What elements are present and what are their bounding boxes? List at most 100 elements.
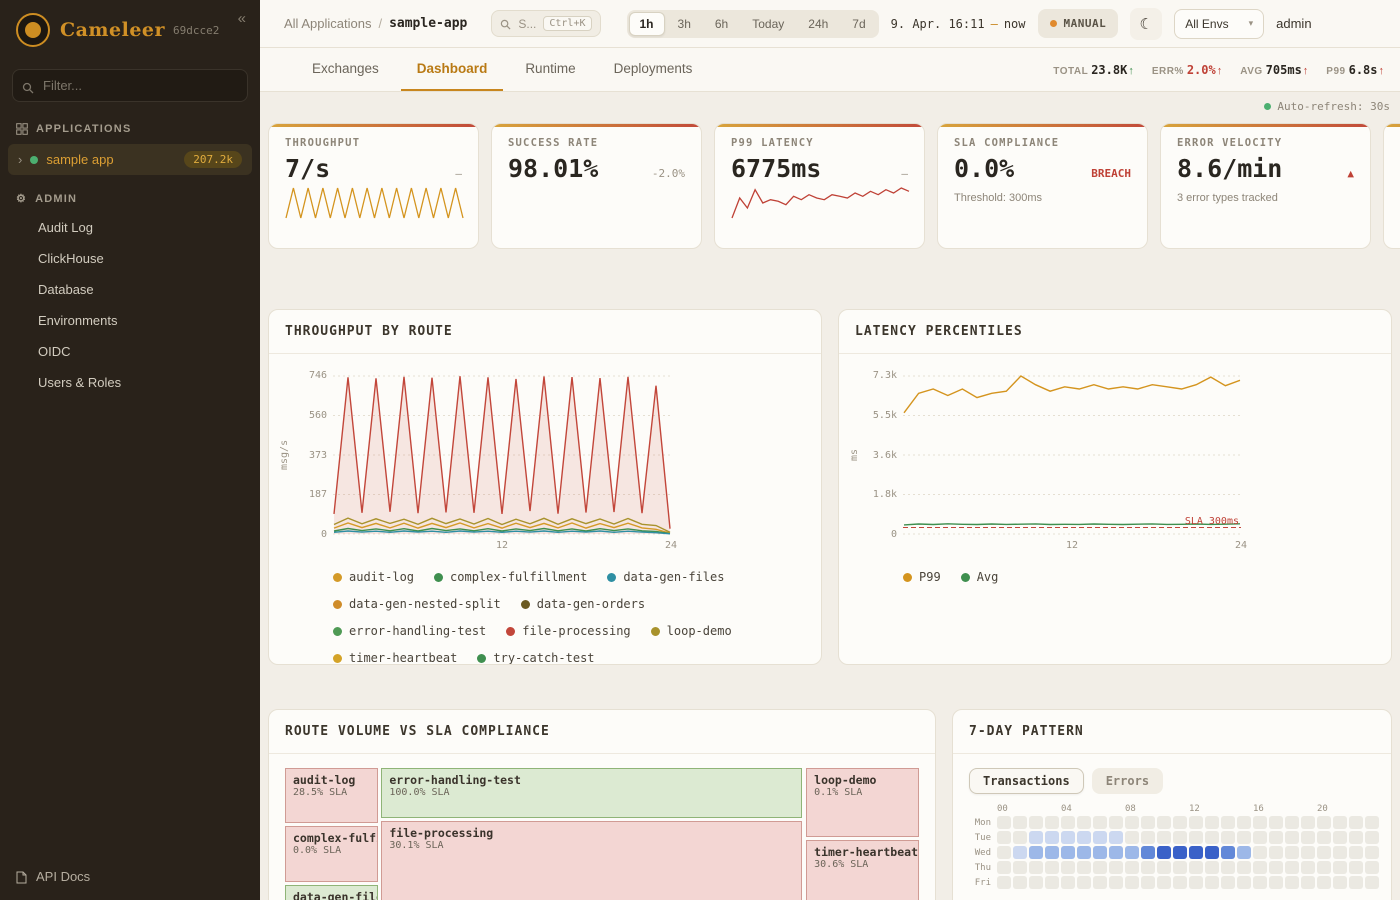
legend-complex-fulfillment[interactable]: complex-fulfillment: [434, 570, 587, 584]
heatmap-cell[interactable]: [1029, 861, 1043, 874]
heatmap-cell[interactable]: [1157, 876, 1171, 889]
heatmap-cell[interactable]: [1077, 846, 1091, 859]
collapse-sidebar-icon[interactable]: «: [238, 10, 246, 27]
heatmap-cell[interactable]: [1301, 816, 1315, 829]
heatmap-cell[interactable]: [1269, 816, 1283, 829]
heatmap-cell[interactable]: [1157, 846, 1171, 859]
heatmap-cell[interactable]: [1365, 846, 1379, 859]
heatmap-cell[interactable]: [1141, 846, 1155, 859]
date-range[interactable]: 9. Apr. 16:11—now: [891, 17, 1026, 31]
heatmap-cell[interactable]: [1285, 876, 1299, 889]
heatmap-cell[interactable]: [1061, 861, 1075, 874]
heatmap-cell[interactable]: [1157, 831, 1171, 844]
heatmap-cell[interactable]: [1125, 876, 1139, 889]
heatmap-cell[interactable]: [1109, 816, 1123, 829]
heatmap-cell[interactable]: [1109, 831, 1123, 844]
heatmap-cell[interactable]: [1045, 846, 1059, 859]
heatmap-cell[interactable]: [997, 876, 1011, 889]
heatmap-cell[interactable]: [1301, 861, 1315, 874]
heatmap-cell[interactable]: [1253, 846, 1267, 859]
legend-file-processing[interactable]: file-processing: [506, 624, 630, 638]
legend-p99[interactable]: P99: [903, 570, 941, 584]
heatmap-cell[interactable]: [1317, 846, 1331, 859]
heatmap-cell[interactable]: [1237, 831, 1251, 844]
heatmap-cell[interactable]: [1253, 876, 1267, 889]
time-range-24h[interactable]: 24h: [797, 12, 839, 36]
tab-dashboard[interactable]: Dashboard: [401, 48, 504, 91]
heatmap-cell[interactable]: [1333, 831, 1347, 844]
heatmap-cell[interactable]: [1173, 816, 1187, 829]
heatmap-cell[interactable]: [1013, 831, 1027, 844]
legend-loop-demo[interactable]: loop-demo: [651, 624, 732, 638]
env-selector[interactable]: All Envs ▾: [1174, 9, 1264, 39]
heatmap-cell[interactable]: [1365, 861, 1379, 874]
heatmap-cell[interactable]: [1093, 846, 1107, 859]
heatmap-cell[interactable]: [1029, 831, 1043, 844]
treemap-cell-data-gen-files[interactable]: data-gen-files100.0% SLA: [285, 885, 378, 900]
time-range-7d[interactable]: 7d: [841, 12, 876, 36]
heatmap-cell[interactable]: [1173, 846, 1187, 859]
sidebar-item-users-roles[interactable]: Users & Roles: [0, 367, 260, 398]
sidebar-item-oidc[interactable]: OIDC: [0, 336, 260, 367]
heatmap-cell[interactable]: [1301, 846, 1315, 859]
heatmap-cell[interactable]: [997, 846, 1011, 859]
heatmap-cell[interactable]: [1237, 861, 1251, 874]
heatmap-cell[interactable]: [1013, 876, 1027, 889]
heatmap-cell[interactable]: [1173, 861, 1187, 874]
heatmap-cell[interactable]: [1013, 846, 1027, 859]
heatmap-cell[interactable]: [1205, 816, 1219, 829]
heatmap-cell[interactable]: [1237, 846, 1251, 859]
heatmap-cell[interactable]: [1189, 876, 1203, 889]
heatmap-cell[interactable]: [1253, 861, 1267, 874]
heatmap-cell[interactable]: [1221, 816, 1235, 829]
tab-exchanges[interactable]: Exchanges: [296, 48, 395, 91]
time-range-3h[interactable]: 3h: [667, 12, 702, 36]
time-range-1h[interactable]: 1h: [629, 12, 665, 36]
heatmap-cell[interactable]: [1205, 846, 1219, 859]
legend-timer-heartbeat[interactable]: timer-heartbeat: [333, 651, 457, 665]
heatmap-cell[interactable]: [1349, 816, 1363, 829]
heatmap-cell[interactable]: [1333, 876, 1347, 889]
sidebar-item-database[interactable]: Database: [0, 274, 260, 305]
heatmap-cell[interactable]: [1237, 816, 1251, 829]
heatmap-cell[interactable]: [1365, 816, 1379, 829]
heatmap-cell[interactable]: [1141, 816, 1155, 829]
toggle-errors[interactable]: Errors: [1092, 768, 1163, 794]
treemap-cell-complex-fulfil[interactable]: complex-fulfil…0.0% SLA: [285, 826, 378, 881]
heatmap-cell[interactable]: [1269, 861, 1283, 874]
heatmap-cell[interactable]: [1349, 831, 1363, 844]
treemap-cell-file-processing[interactable]: file-processing30.1% SLA: [381, 821, 802, 900]
heatmap-cell[interactable]: [1061, 846, 1075, 859]
heatmap-cell[interactable]: [1125, 846, 1139, 859]
heatmap-cell[interactable]: [1109, 861, 1123, 874]
heatmap-cell[interactable]: [1173, 876, 1187, 889]
heatmap-cell[interactable]: [1093, 876, 1107, 889]
heatmap-cell[interactable]: [1253, 816, 1267, 829]
heatmap-cell[interactable]: [1157, 816, 1171, 829]
heatmap-cell[interactable]: [1061, 831, 1075, 844]
legend-data-gen-orders[interactable]: data-gen-orders: [521, 597, 645, 611]
heatmap-cell[interactable]: [1125, 816, 1139, 829]
heatmap-cell[interactable]: [1189, 831, 1203, 844]
heatmap-cell[interactable]: [1125, 861, 1139, 874]
heatmap-cell[interactable]: [1045, 861, 1059, 874]
heatmap-cell[interactable]: [1077, 831, 1091, 844]
sidebar-item-sample-app[interactable]: › sample app 207.2k: [8, 144, 252, 175]
heatmap-cell[interactable]: [1317, 831, 1331, 844]
heatmap-cell[interactable]: [1125, 831, 1139, 844]
heatmap-cell[interactable]: [1253, 831, 1267, 844]
heatmap-cell[interactable]: [1077, 816, 1091, 829]
treemap-cell-timer-heartbeat[interactable]: timer-heartbeat30.6% SLA: [806, 840, 919, 900]
heatmap-cell[interactable]: [1237, 876, 1251, 889]
heatmap-cell[interactable]: [1205, 831, 1219, 844]
heatmap-cell[interactable]: [1301, 876, 1315, 889]
heatmap-cell[interactable]: [1141, 876, 1155, 889]
heatmap-cell[interactable]: [1093, 816, 1107, 829]
heatmap-cell[interactable]: [1349, 846, 1363, 859]
heatmap-cell[interactable]: [1173, 831, 1187, 844]
heatmap-cell[interactable]: [1365, 831, 1379, 844]
heatmap-cell[interactable]: [1365, 876, 1379, 889]
heatmap-cell[interactable]: [1349, 861, 1363, 874]
toggle-transactions[interactable]: Transactions: [969, 768, 1084, 794]
heatmap-cell[interactable]: [1317, 816, 1331, 829]
